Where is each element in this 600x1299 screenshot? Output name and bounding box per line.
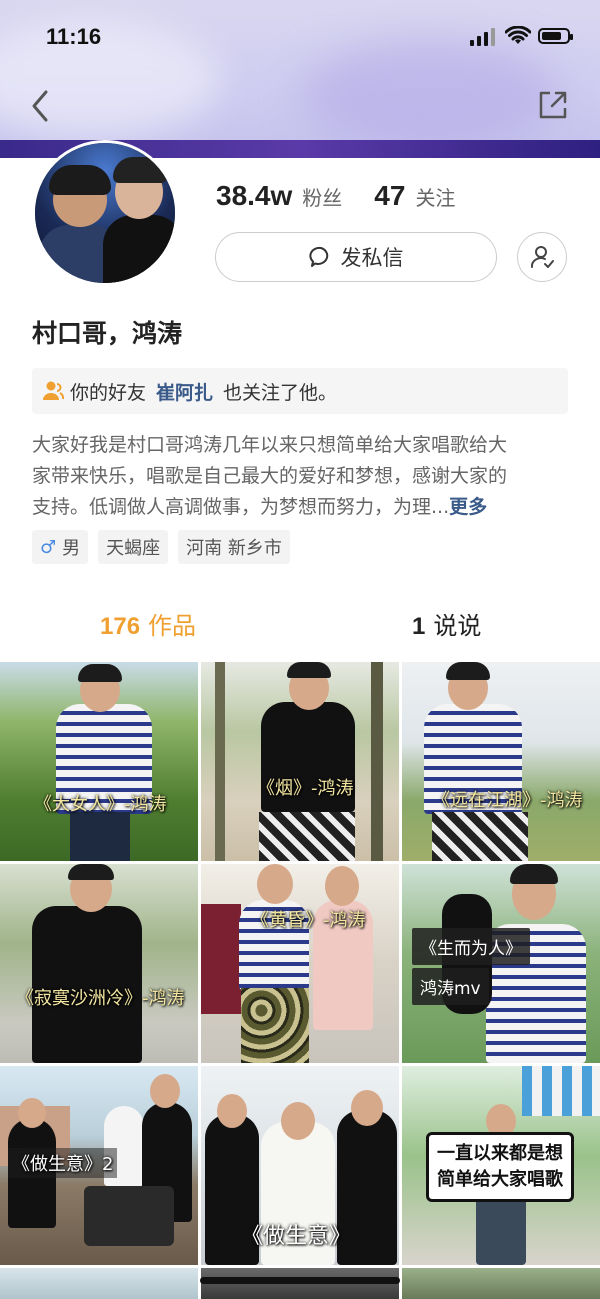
- user-icon: [43, 381, 64, 400]
- bio-text: 家带来快乐，唱歌是自己最大的爱好和梦想，感谢大家的: [32, 465, 508, 487]
- friend-suffix: 也关注了他。: [223, 381, 338, 404]
- share-button[interactable]: [536, 88, 570, 122]
- video-caption: 鸿涛mv: [412, 968, 489, 1005]
- user-follow-icon: [530, 246, 554, 268]
- profile-stats: 38.4w 粉丝 47 关注: [216, 180, 487, 224]
- video-caption: 《大女人》-鸿涛: [34, 794, 167, 815]
- battery-icon: [538, 28, 573, 44]
- profile-bio: 大家好我是村口哥鸿涛几年以来只想简单给大家唱歌给大 家带来快乐，唱歌是自己最大的…: [32, 430, 572, 523]
- video-tile[interactable]: 《远在江湖》-鸿涛: [402, 662, 600, 861]
- video-tile[interactable]: 《黄昏》-鸿涛: [201, 864, 399, 1063]
- tag-gender: ♂ 男: [32, 530, 89, 564]
- chevron-left-icon: [32, 90, 48, 122]
- bio-more-link[interactable]: 更多: [449, 496, 487, 518]
- profile-tags: ♂ 男 天蝎座 河南 新乡市: [32, 530, 300, 564]
- video-tile[interactable]: 一直以来都是想 简单给大家唱歌: [402, 1066, 600, 1265]
- share-icon: [539, 91, 567, 119]
- bio-line: 家带来快乐，唱歌是自己最大的爱好和梦想，感谢大家的: [32, 461, 572, 492]
- works-count: 176: [100, 613, 141, 640]
- following-count[interactable]: 47: [374, 180, 405, 212]
- avatar[interactable]: [32, 140, 178, 286]
- video-caption: 《黄昏》-鸿涛: [251, 910, 366, 931]
- followers-label[interactable]: 粉丝: [302, 182, 342, 211]
- video-caption: 《生而为人》: [412, 928, 530, 965]
- video-tile[interactable]: [0, 1268, 198, 1299]
- follow-button[interactable]: [517, 232, 567, 282]
- bio-line: 支持。低调做人高调做事，为梦想而努力，为理...更多: [32, 492, 572, 523]
- video-caption: 《做生意》2: [8, 1148, 118, 1178]
- mutual-friend-bar[interactable]: 你的好友 崔阿扎 也关注了他。: [32, 368, 568, 414]
- profile-tabs: 176 作品 1 说说: [0, 596, 600, 656]
- tag-location: 河南 新乡市: [178, 530, 290, 564]
- chat-bubble-icon: [308, 246, 328, 267]
- tab-works[interactable]: 176 作品: [100, 606, 196, 641]
- video-caption-box: 一直以来都是想 简单给大家唱歌: [426, 1132, 574, 1202]
- status-bar: 11:16: [0, 0, 600, 72]
- following-label[interactable]: 关注: [415, 182, 455, 211]
- male-icon: ♂: [40, 536, 57, 558]
- profile-name: 村口哥，鸿涛: [32, 319, 183, 348]
- send-message-label: 发私信: [340, 246, 404, 270]
- video-tile[interactable]: 《做生意》2: [0, 1066, 198, 1265]
- video-caption: 《烟》-鸿涛: [257, 778, 354, 799]
- posts-count: 1: [412, 613, 426, 640]
- tab-posts[interactable]: 1 说说: [412, 606, 481, 641]
- video-caption: 《寂寞沙洲冷》-鸿涛: [16, 988, 185, 1009]
- video-tile[interactable]: 《生而为人》 鸿涛mv: [402, 864, 600, 1063]
- back-button[interactable]: [26, 86, 56, 126]
- friend-prefix: 你的好友: [70, 381, 147, 404]
- video-tile[interactable]: [402, 1268, 600, 1299]
- friend-name[interactable]: 崔阿扎: [156, 378, 213, 405]
- video-tile[interactable]: 《寂寞沙洲冷》-鸿涛: [0, 864, 198, 1063]
- cellular-signal-icon: [470, 28, 496, 46]
- video-caption: 简单给大家唱歌: [437, 1169, 563, 1190]
- works-label: 作品: [148, 612, 197, 640]
- bio-text: 支持。低调做人高调做事，为梦想而努力，为理...: [32, 496, 450, 518]
- home-indicator: [200, 1277, 400, 1284]
- status-time: 11:16: [46, 24, 102, 49]
- video-caption: 《做生意》: [241, 1224, 352, 1249]
- video-tile[interactable]: 《烟》-鸿涛: [201, 662, 399, 861]
- video-caption: 《远在江湖》-鸿涛: [432, 790, 583, 811]
- posts-label: 说说: [433, 612, 482, 640]
- wifi-icon: [505, 26, 531, 44]
- send-message-button[interactable]: 发私信: [215, 232, 497, 282]
- tag-zodiac: 天蝎座: [98, 530, 169, 564]
- tag-gender-text: 男: [62, 538, 81, 559]
- video-tile[interactable]: 《做生意》: [201, 1066, 399, 1265]
- video-tile[interactable]: 《大女人》-鸿涛: [0, 662, 198, 861]
- video-caption: 一直以来都是想: [437, 1143, 563, 1164]
- followers-count[interactable]: 38.4w: [216, 180, 292, 212]
- bio-line: 大家好我是村口哥鸿涛几年以来只想简单给大家唱歌给大: [32, 434, 508, 456]
